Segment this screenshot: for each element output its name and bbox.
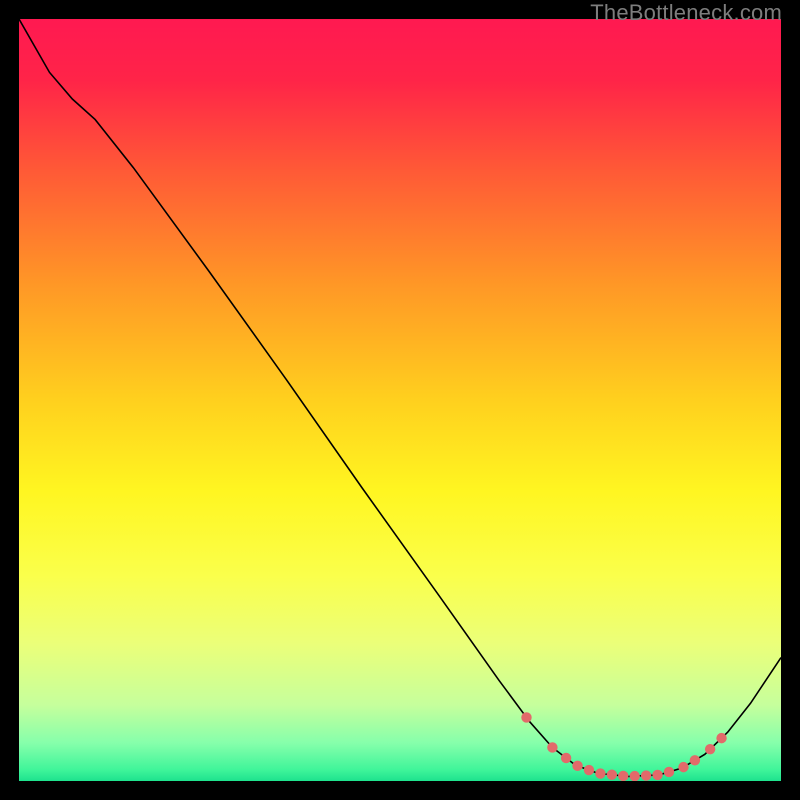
gradient-background [19, 19, 781, 781]
bottleneck-chart [19, 19, 781, 781]
curve-marker [652, 770, 662, 780]
watermark-label: TheBottleneck.com [590, 0, 782, 26]
chart-frame: TheBottleneck.com [0, 0, 800, 800]
curve-marker [716, 733, 726, 743]
curve-marker [641, 770, 651, 780]
curve-marker [547, 742, 557, 752]
curve-marker [595, 768, 605, 778]
curve-marker [630, 771, 640, 781]
curve-marker [572, 761, 582, 771]
curve-marker [664, 767, 674, 777]
curve-marker [561, 753, 571, 763]
curve-marker [607, 770, 617, 780]
curve-marker [690, 755, 700, 765]
curve-marker [584, 765, 594, 775]
curve-marker [705, 744, 715, 754]
curve-marker [678, 762, 688, 772]
curve-marker [521, 712, 531, 722]
curve-marker [618, 771, 628, 781]
